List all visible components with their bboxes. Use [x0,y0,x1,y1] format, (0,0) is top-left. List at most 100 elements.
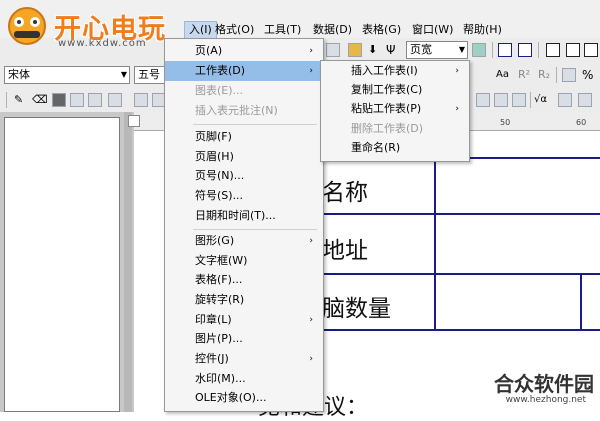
function-icon[interactable] [558,93,572,107]
distribute-cols-icon[interactable] [512,93,526,107]
size-combo[interactable]: 五号 [134,66,164,84]
menu-data[interactable]: 数据(D) [309,21,356,38]
distribute-rows-icon[interactable] [494,93,508,107]
menu-format[interactable]: 格式(O) [211,21,258,38]
psi-symbol-icon[interactable]: Ψ [386,43,400,57]
menu-item-label: 页脚(F) [195,130,232,143]
table-cell-name[interactable]: 名称 [322,173,368,207]
rows-icon[interactable] [498,43,512,57]
menu-table[interactable]: 表格(G) [358,21,405,38]
menu-item-control[interactable]: 控件(J) › [165,349,321,369]
menu-item-copy-worksheet[interactable]: 复制工作表(C) [321,80,467,100]
menu-item-label: 复制工作表(C) [351,83,423,96]
text-case-icon[interactable]: Aa [496,69,509,80]
menu-help[interactable]: 帮助(H) [459,21,506,38]
submenu-arrow-icon: › [455,104,459,114]
menu-item-rotated-text[interactable]: 旋转字(R) [165,290,321,310]
site-logo: 开心电玩 www.kxdw.com [2,4,187,50]
table-column-line [580,275,582,331]
menu-item-label: 旋转字(R) [195,293,245,306]
menu-item-ole-object[interactable]: OLE对象(O)... [165,388,321,408]
menu-item-header[interactable]: 页眉(H) [165,147,321,167]
cell-border-icon[interactable] [88,93,102,107]
menu-item-label: 日期和时间(T)... [195,209,276,222]
font-value: 宋体 [8,68,30,81]
insert-menu: 页(A) › 工作表(D) › 图表(E)... 插入表元批注(N) 页脚(F) 页… [164,38,324,412]
align-icon[interactable] [476,93,490,107]
ruler-corner [128,115,140,127]
submenu-arrow-icon: › [309,236,313,246]
menu-item-paste-worksheet[interactable]: 粘贴工作表(P) › [321,99,467,119]
menu-item-rename[interactable]: 重命名(R) [321,138,467,158]
navigation-pane[interactable] [4,117,120,412]
watermark-title: 合众软件园 [494,372,594,396]
pencil-icon[interactable]: ✎ [14,93,28,107]
menu-item-picture[interactable]: 图片(P)... [165,329,321,349]
edit-table-icon[interactable] [566,43,580,57]
border-icon[interactable] [70,93,84,107]
menu-window[interactable]: 窗口(W) [408,21,457,38]
size-value: 五号 [138,68,160,81]
grid-icon[interactable] [584,43,598,57]
grid-lines-icon[interactable] [108,93,122,107]
zoom-value: 页宽 [410,43,432,56]
table-border-bottom [300,329,600,331]
table-column-line [434,157,436,331]
submenu-arrow-icon: › [309,315,313,325]
vertical-scrollbar[interactable] [124,112,132,412]
menu-item-date-time[interactable]: 日期和时间(T)... [165,206,321,226]
zoom-combo[interactable]: 页宽 ▼ [406,41,468,59]
menu-item-cell-comment[interactable]: 插入表元批注(N) [165,101,321,121]
fill-color-icon[interactable] [52,93,66,107]
menu-divider [193,124,317,125]
menu-item-page-number[interactable]: 页号(N)... [165,166,321,186]
download-icon[interactable]: ⬇ [368,43,382,57]
font-combo[interactable]: 宋体 ▼ [4,66,130,84]
chart-icon[interactable] [348,43,362,57]
menu-item-label: 图表(E)... [195,84,244,97]
menu-item-label: 页(A) [195,44,223,57]
percent-icon[interactable]: % [582,68,593,82]
menu-item-label: 符号(S)... [195,189,244,202]
menu-item-shape[interactable]: 图形(G) › [165,231,321,251]
menu-item-page[interactable]: 页(A) › [165,41,321,61]
menu-item-text-box[interactable]: 文字框(W) [165,251,321,271]
formula-icon[interactable]: √α [534,94,547,105]
menu-item-label: 删除工作表(D) [351,122,424,135]
menu-item-chart[interactable]: 图表(E)... [165,81,321,101]
menu-item-seal[interactable]: 印章(L) › [165,310,321,330]
menu-item-symbol[interactable]: 符号(S)... [165,186,321,206]
columns-icon[interactable] [518,43,532,57]
gamepad-logo-icon [8,7,46,45]
menu-item-label: 表格(F)... [195,273,243,286]
menu-item-label: 图片(P)... [195,332,243,345]
ruler-tick-50: 50 [500,118,511,127]
menu-item-label: 插入工作表(I) [351,64,418,77]
ruler-tick-60: 60 [576,118,587,127]
menu-item-label: 印章(L) [195,313,232,326]
table-cell-pc-count[interactable]: 脑数量 [322,289,391,323]
menu-item-table[interactable]: 表格(F)... [165,270,321,290]
toolbar-separator [556,67,557,83]
subscript-icon[interactable]: R₂ [538,68,550,81]
menu-item-label: 工作表(D) [195,64,246,77]
menu-tools[interactable]: 工具(T) [260,21,305,38]
table-icon[interactable] [546,43,560,57]
split-cells-icon[interactable] [134,93,148,107]
insert-image-icon[interactable] [326,43,340,57]
menu-item-delete-worksheet[interactable]: 删除工作表(D) [321,119,467,139]
submenu-arrow-icon: › [309,354,313,364]
menu-item-worksheet[interactable]: 工作表(D) › [165,61,321,81]
eraser-icon[interactable]: ⌫ [32,93,48,107]
view-icon[interactable] [472,43,486,57]
table-cell-address[interactable]: 地址 [322,231,368,265]
menu-item-label: 控件(J) [195,352,229,365]
menu-item-label: 文字框(W) [195,254,248,267]
menu-item-watermark[interactable]: 水印(M)... [165,369,321,389]
menu-item-footer[interactable]: 页脚(F) [165,127,321,147]
format-icon[interactable] [562,68,576,82]
menu-item-label: 插入表元批注(N) [195,104,278,117]
superscript-icon[interactable]: R² [518,68,530,81]
menu-item-insert-worksheet[interactable]: 插入工作表(I) › [321,61,467,81]
table-tool-icon[interactable] [578,93,592,107]
